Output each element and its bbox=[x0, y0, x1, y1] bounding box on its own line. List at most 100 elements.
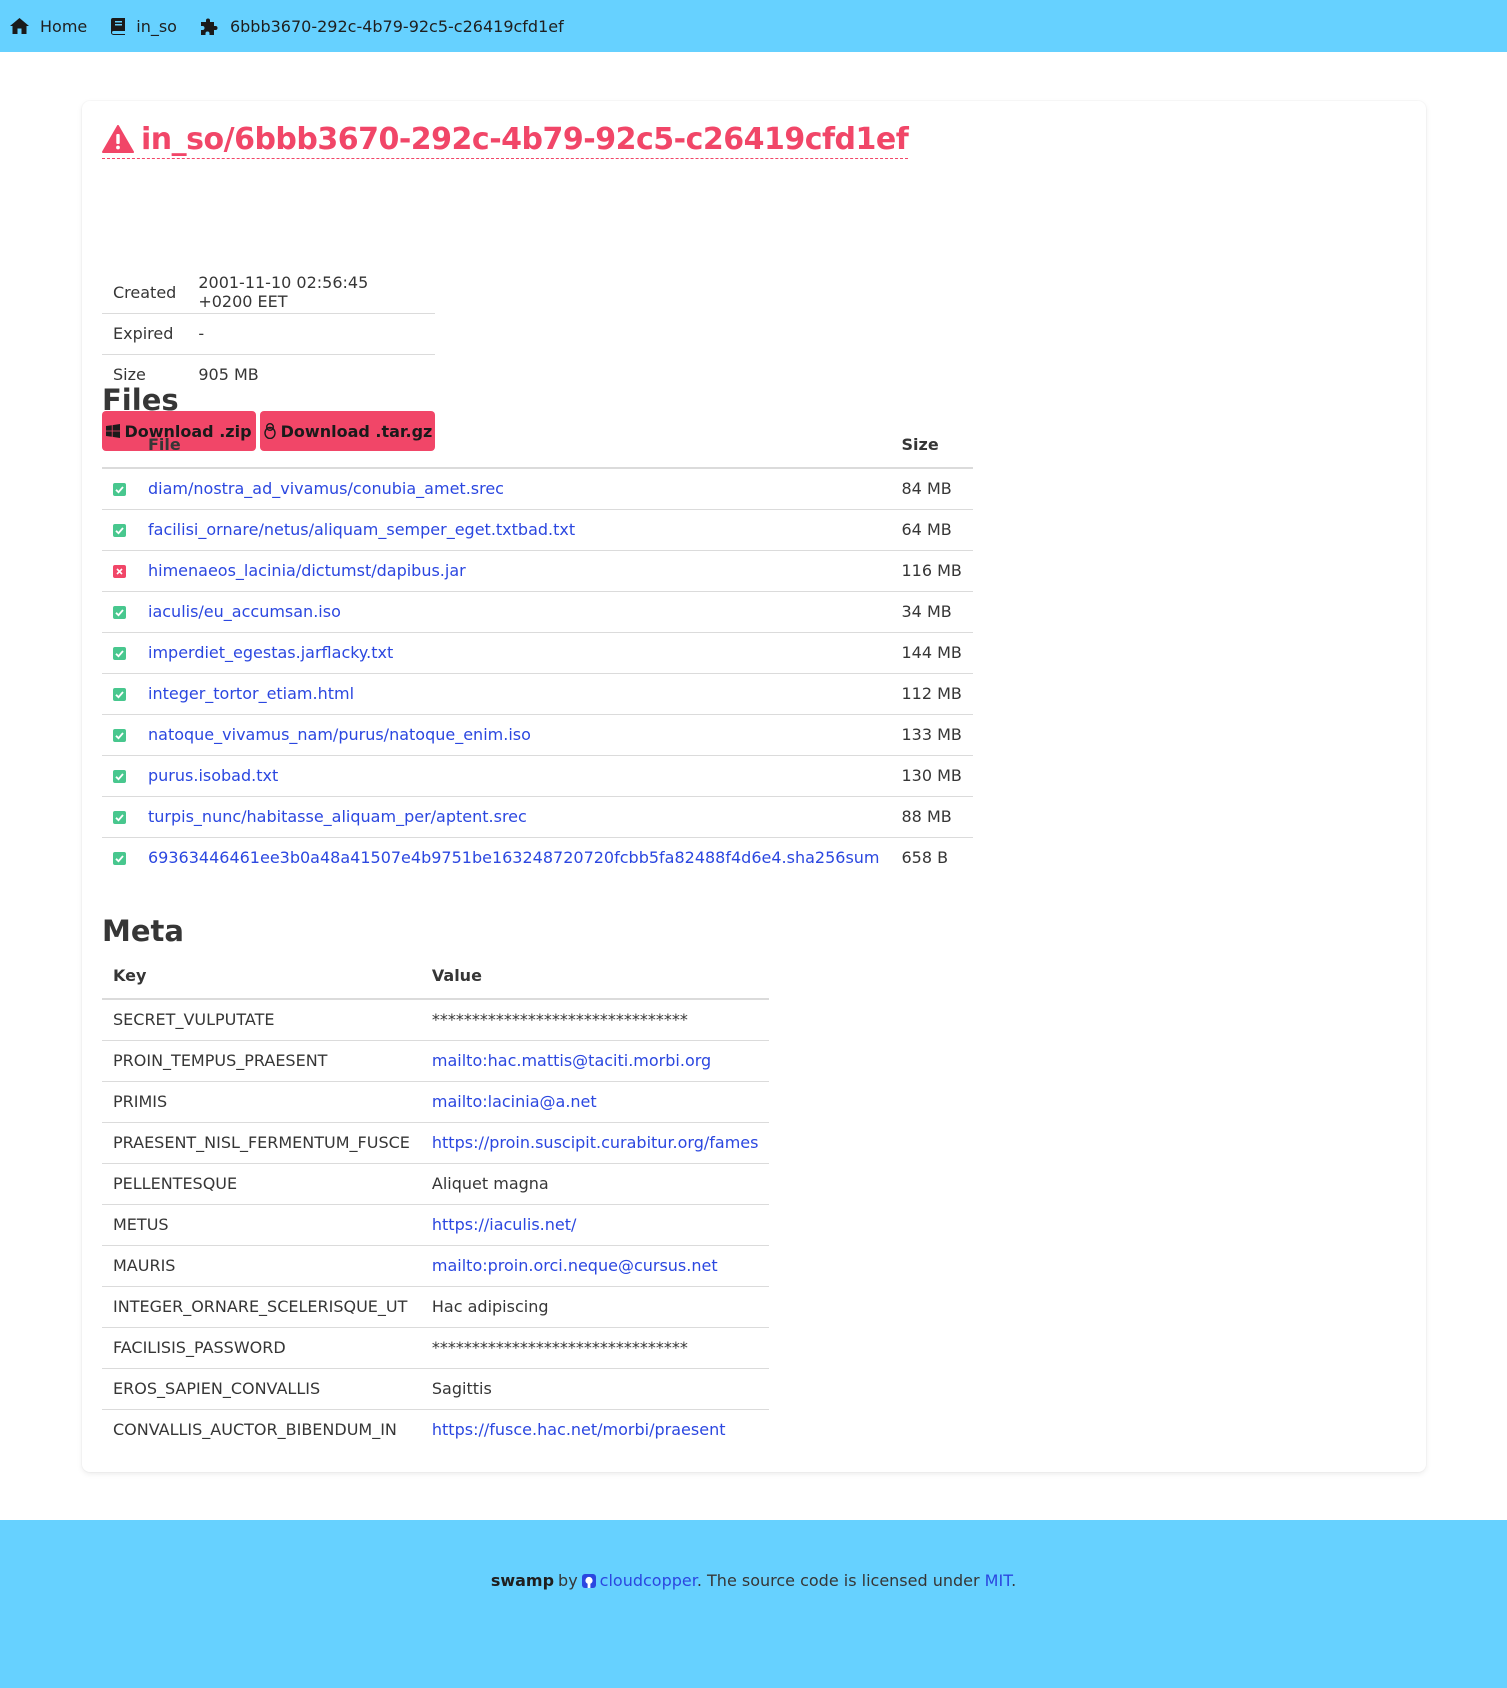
check-icon bbox=[113, 729, 126, 742]
file-status-cell bbox=[102, 796, 137, 838]
check-icon bbox=[113, 606, 126, 619]
file-size-cell: 84 MB bbox=[890, 468, 973, 510]
file-link[interactable]: integer_tortor_etiam.html bbox=[148, 684, 354, 703]
meta-key-cell: FACILISIS_PASSWORD bbox=[102, 1327, 421, 1369]
nav-artifact-label: 6bbb3670-292c-4b79-92c5-c26419cfd1ef bbox=[229, 16, 564, 36]
nav-artifact-link[interactable]: 6bbb3670-292c-4b79-92c5-c26419cfd1ef bbox=[200, 0, 564, 52]
meta-header-row: Key Value bbox=[102, 952, 770, 1000]
file-link[interactable]: natoque_vivamus_nam/purus/natoque_enim.i… bbox=[148, 725, 531, 744]
check-icon bbox=[113, 647, 126, 660]
file-row: purus.isobad.txt 130 MB bbox=[102, 755, 973, 797]
file-name-cell: diam/nostra_ad_vivamus/conubia_amet.srec bbox=[137, 468, 891, 510]
footer-author-link[interactable]: cloudcopper bbox=[600, 1571, 697, 1590]
meta-row: PRIMIS mailto:lacinia@a.net bbox=[102, 1081, 770, 1123]
status-column-header bbox=[102, 421, 137, 469]
file-name-cell: turpis_nunc/habitasse_aliquam_per/aptent… bbox=[137, 796, 891, 838]
meta-value-link[interactable]: mailto:lacinia@a.net bbox=[432, 1092, 597, 1111]
file-link[interactable]: 69363446461ee3b0a48a41507e4b9751be163248… bbox=[148, 848, 880, 867]
artifact-card: in_so/6bbb3670-292c-4b79-92c5-c26419cfd1… bbox=[82, 101, 1426, 1472]
file-name-cell: iaculis/eu_accumsan.iso bbox=[137, 591, 891, 633]
file-link[interactable]: imperdiet_egestas.jarflacky.txt bbox=[148, 643, 393, 662]
check-icon bbox=[113, 483, 126, 497]
file-link[interactable]: diam/nostra_ad_vivamus/conubia_amet.srec bbox=[148, 479, 504, 498]
meta-value-text: Sagittis bbox=[431, 1379, 492, 1398]
meta-value-text: Aliquet magna bbox=[431, 1174, 549, 1193]
file-link[interactable]: himenaeos_lacinia/dictumst/dapibus.jar bbox=[148, 561, 466, 580]
file-name-cell: imperdiet_egestas.jarflacky.txt bbox=[137, 632, 891, 674]
file-link[interactable]: facilisi_ornare/netus/aliquam_semper_ege… bbox=[148, 520, 575, 539]
file-link[interactable]: purus.isobad.txt bbox=[148, 766, 278, 785]
file-size-cell: 64 MB bbox=[890, 509, 973, 551]
meta-key-cell: PROIN_TEMPUS_PRAESENT bbox=[102, 1040, 421, 1082]
meta-value-link[interactable]: https://iaculis.net/ bbox=[432, 1215, 577, 1234]
file-status-cell bbox=[102, 714, 137, 756]
navbar: Home in_so 6bbb3670-292c-4b79-92c5-c2641… bbox=[0, 0, 1507, 52]
info-value: 905 MB bbox=[198, 365, 259, 385]
file-row: imperdiet_egestas.jarflacky.txt 144 MB bbox=[102, 632, 973, 674]
meta-table-body: SECRET_VULPUTATE ************************… bbox=[102, 999, 770, 1450]
check-icon bbox=[113, 852, 126, 866]
file-link[interactable]: turpis_nunc/habitasse_aliquam_per/aptent… bbox=[148, 807, 527, 826]
file-row: natoque_vivamus_nam/purus/natoque_enim.i… bbox=[102, 714, 973, 756]
home-icon bbox=[10, 18, 29, 34]
meta-key-cell: SECRET_VULPUTATE bbox=[102, 999, 421, 1041]
file-name-cell: facilisi_ornare/netus/aliquam_semper_ege… bbox=[137, 509, 891, 551]
file-row: turpis_nunc/habitasse_aliquam_per/aptent… bbox=[102, 796, 973, 838]
meta-key-cell: MAURIS bbox=[102, 1245, 421, 1287]
puzzle-icon bbox=[200, 18, 218, 35]
check-icon bbox=[113, 770, 126, 783]
meta-value-link[interactable]: mailto:hac.mattis@taciti.morbi.org bbox=[432, 1051, 711, 1070]
meta-value-cell: Aliquet magna bbox=[420, 1163, 770, 1205]
meta-row: METUS https://iaculis.net/ bbox=[102, 1204, 770, 1246]
file-name-cell: natoque_vivamus_nam/purus/natoque_enim.i… bbox=[137, 714, 891, 756]
footer-license-text: . The source code is licensed under bbox=[696, 1571, 985, 1590]
github-icon bbox=[581, 1574, 596, 1588]
nav-bucket-link[interactable]: in_so bbox=[111, 0, 177, 52]
footer-by: by bbox=[558, 1571, 578, 1590]
meta-value-link[interactable]: https://proin.suscipit.curabitur.org/fam… bbox=[432, 1133, 759, 1152]
file-row: diam/nostra_ad_vivamus/conubia_amet.srec… bbox=[102, 468, 973, 510]
file-link[interactable]: iaculis/eu_accumsan.iso bbox=[148, 602, 341, 621]
file-row: himenaeos_lacinia/dictumst/dapibus.jar 11… bbox=[102, 550, 973, 592]
value-column-header: Value bbox=[420, 952, 770, 1000]
file-size-cell: 34 MB bbox=[890, 591, 973, 633]
artifact-info-table: Created 2001-11-10 02:56:45 +0200 EET Ex… bbox=[102, 272, 435, 395]
cross-icon bbox=[113, 565, 126, 578]
file-size-cell: 112 MB bbox=[890, 673, 973, 715]
files-heading: Files bbox=[102, 383, 179, 417]
meta-value-cell: https://iaculis.net/ bbox=[420, 1204, 770, 1246]
meta-value-link[interactable]: https://fusce.hac.net/morbi/praesent bbox=[432, 1420, 726, 1439]
footer-end: . bbox=[1011, 1571, 1017, 1590]
file-row: iaculis/eu_accumsan.iso 34 MB bbox=[102, 591, 973, 633]
file-name-cell: himenaeos_lacinia/dictumst/dapibus.jar bbox=[137, 550, 891, 592]
meta-table: Key Value SECRET_VULPUTATE **************… bbox=[102, 952, 770, 1450]
file-column-header: File bbox=[137, 421, 891, 469]
info-label: Expired bbox=[102, 313, 188, 355]
meta-heading: Meta bbox=[102, 914, 184, 948]
file-name-cell: integer_tortor_etiam.html bbox=[137, 673, 891, 715]
meta-value-cell: https://fusce.hac.net/morbi/praesent bbox=[421, 1409, 770, 1450]
meta-key-cell: EROS_SAPIEN_CONVALLIS bbox=[102, 1368, 421, 1410]
file-status-cell bbox=[102, 837, 137, 878]
files-table-body: diam/nostra_ad_vivamus/conubia_amet.srec… bbox=[102, 468, 973, 878]
meta-row: INTEGER_ORNARE_SCELERISQUE_UT Hac adipisc… bbox=[102, 1286, 770, 1328]
meta-value-cell: Sagittis bbox=[420, 1368, 770, 1410]
meta-key-cell: CONVALLIS_AUCTOR_BIBENDUM_IN bbox=[113, 1420, 397, 1440]
footer-license-link[interactable]: MIT bbox=[985, 1571, 1011, 1590]
meta-key-cell: PRAESENT_NISL_FERMENTUM_FUSCE bbox=[102, 1122, 421, 1164]
info-row-created: Created 2001-11-10 02:56:45 +0200 EET bbox=[102, 272, 435, 314]
meta-row: PELLENTESQUE Aliquet magna bbox=[102, 1163, 770, 1205]
meta-value-cell: ******************************** bbox=[420, 1327, 770, 1369]
file-size-cell: 116 MB bbox=[890, 550, 973, 592]
file-status-cell bbox=[102, 468, 137, 510]
meta-value-link[interactable]: mailto:proin.orci.neque@cursus.net bbox=[432, 1256, 718, 1275]
nav-home-label: Home bbox=[40, 16, 88, 36]
check-icon bbox=[113, 811, 126, 824]
nav-home-link[interactable]: Home bbox=[10, 0, 87, 52]
files-header-row: File Size bbox=[102, 421, 973, 469]
meta-row: CONVALLIS_AUCTOR_BIBENDUM_IN https://fusc… bbox=[102, 1409, 769, 1450]
check-icon bbox=[113, 688, 126, 701]
file-row: integer_tortor_etiam.html 112 MB bbox=[102, 673, 973, 715]
meta-value-cell: https://proin.suscipit.curabitur.org/fam… bbox=[420, 1122, 770, 1164]
meta-row: PROIN_TEMPUS_PRAESENT mailto:hac.mattis@t… bbox=[102, 1040, 770, 1082]
